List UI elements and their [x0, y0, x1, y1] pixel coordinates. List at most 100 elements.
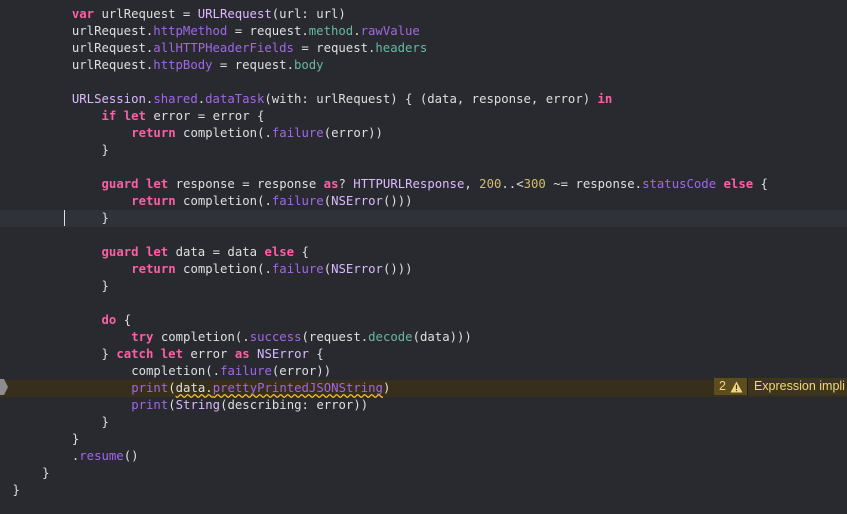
code-token: catch [116, 346, 154, 361]
issue-count-badge[interactable]: 2 [714, 378, 747, 395]
code-token: urlRequest. [71, 57, 154, 72]
code-token: { [116, 312, 132, 327]
code-line[interactable]: var urlRequest = URLRequest(url: url) [0, 6, 847, 23]
code-token: guard [101, 244, 139, 259]
breakpoint-gutter-marker[interactable] [0, 378, 8, 396]
code-token: print [131, 397, 169, 412]
code-line[interactable]: guard let data = data else { [0, 244, 847, 261]
code-text: return completion(.failure(error)) [131, 125, 383, 142]
code-line[interactable]: return completion(.failure(error)) [0, 125, 847, 142]
code-token: completion(. [153, 329, 250, 344]
code-line[interactable]: urlRequest.allHTTPHeaderFields = request… [0, 40, 847, 57]
code-token: , [464, 176, 480, 191]
code-token: ~= response. [545, 176, 643, 191]
code-token: response = response [168, 176, 324, 191]
code-token: let [160, 346, 183, 361]
code-token: { [308, 346, 324, 361]
code-token: as [323, 176, 339, 191]
code-line[interactable]: if let error = error { [0, 108, 847, 125]
code-token: var [71, 6, 95, 21]
code-line[interactable]: urlRequest.httpMethod = request.method.r… [0, 23, 847, 40]
code-line[interactable]: return completion(.failure(NSError())) [0, 261, 847, 278]
code-token: (url: url) [271, 6, 346, 21]
code-token: NSError [257, 346, 309, 361]
code-token: HTTPURLResponse [353, 176, 465, 191]
code-text: return completion(.failure(NSError())) [131, 261, 412, 278]
code-token: 300 [523, 176, 546, 191]
code-line[interactable]: } [0, 414, 847, 431]
code-token: 200 [479, 176, 502, 191]
code-line[interactable]: print(String(describing: error)) [0, 397, 847, 414]
code-token: completion(. [131, 363, 221, 378]
inline-issue-annotation[interactable]: 2 Expression impli [714, 378, 847, 395]
code-token: } [12, 482, 20, 497]
code-line[interactable]: } [0, 278, 847, 295]
code-token: (error)) [271, 363, 332, 378]
code-token: ( [323, 261, 332, 276]
code-text: } [102, 210, 109, 227]
code-token: error = error { [145, 108, 265, 123]
source-editor[interactable]: var urlRequest = URLRequest(url: url) url… [0, 0, 847, 514]
code-text: print(data.prettyPrintedJSONString) [131, 380, 390, 397]
code-line[interactable]: } [0, 482, 847, 499]
code-line[interactable] [0, 159, 847, 176]
code-line[interactable]: URLSession.shared.dataTask(with: urlRequ… [0, 91, 847, 108]
code-token: URLRequest [197, 6, 272, 21]
code-token: do [101, 312, 117, 327]
code-line[interactable] [0, 227, 847, 244]
code-text: try completion(.success(request.decode(d… [131, 329, 472, 346]
code-line[interactable]: do { [0, 312, 847, 329]
code-token: let [145, 176, 169, 191]
code-token: let [145, 244, 169, 259]
code-token: completion(. [175, 261, 272, 276]
code-token: = request. [212, 57, 294, 72]
code-token: let [123, 108, 146, 123]
code-token: } [71, 431, 80, 446]
code-line[interactable]: .resume() [0, 448, 847, 465]
warning-triangle-icon [730, 381, 743, 392]
code-token: resume [79, 448, 124, 463]
code-text: guard let response = response as? HTTPUR… [102, 176, 768, 193]
code-token: String [175, 397, 221, 412]
code-text: } [42, 465, 49, 482]
code-token: { [294, 244, 309, 259]
code-token: urlRequest. [71, 23, 154, 38]
code-text: } [72, 431, 79, 448]
code-line[interactable]: guard let response = response as? HTTPUR… [0, 176, 847, 193]
code-token: failure [271, 261, 324, 276]
code-line[interactable]: completion(.failure(error)) [0, 363, 847, 380]
code-text: } [13, 482, 20, 499]
code-line[interactable]: } catch let error as NSError { [0, 346, 847, 363]
code-token: try [131, 329, 154, 344]
code-token: return [131, 193, 176, 208]
code-token: rawValue [360, 23, 420, 38]
code-token: (error)) [323, 125, 383, 140]
code-token: (data))) [412, 329, 472, 344]
code-token: as [234, 346, 250, 361]
code-token: completion(. [175, 125, 272, 140]
code-token: failure [271, 193, 324, 208]
code-token: statusCode [642, 176, 717, 191]
code-token: completion(. [175, 193, 272, 208]
code-text: if let error = error { [102, 108, 265, 125]
code-text: } catch let error as NSError { [102, 346, 324, 363]
code-line[interactable]: } [0, 142, 847, 159]
code-token: urlRequest = [94, 6, 198, 21]
code-line[interactable]: } [0, 209, 847, 227]
code-token: failure [271, 125, 324, 140]
code-line[interactable]: } [0, 431, 847, 448]
code-line[interactable] [0, 74, 847, 91]
code-line[interactable]: try completion(.success(request.decode(d… [0, 329, 847, 346]
code-token: print [131, 380, 169, 395]
text-cursor [64, 210, 65, 226]
code-text: } [102, 414, 109, 431]
code-text: } [102, 278, 109, 295]
code-line[interactable] [0, 295, 847, 312]
code-line[interactable]: urlRequest.httpBody = request.body [0, 57, 847, 74]
code-line[interactable]: } [0, 465, 847, 482]
code-line[interactable]: return completion(.failure(NSError())) [0, 193, 847, 210]
